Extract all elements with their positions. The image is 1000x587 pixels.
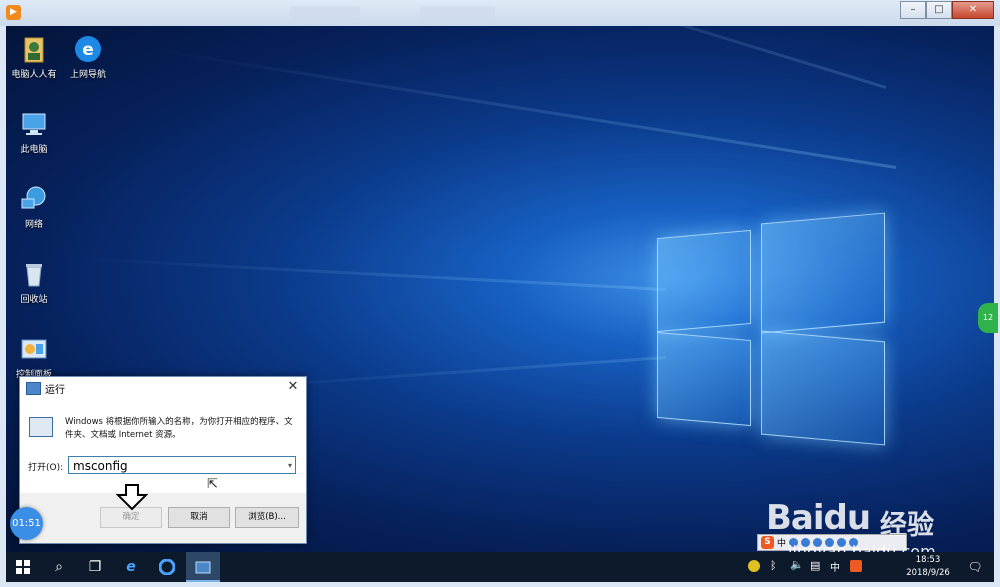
run-window-icon xyxy=(195,561,211,573)
sogou-icon: S xyxy=(761,536,774,549)
desktop-icon-control-panel[interactable]: 控制面板 xyxy=(6,334,64,380)
sogou-tray-icon[interactable] xyxy=(850,560,862,572)
close-button[interactable]: ✕ xyxy=(952,1,994,19)
recycle-bin-icon xyxy=(19,259,49,289)
recording-timer: 01:51 xyxy=(10,507,43,540)
task-view-icon[interactable]: ❐ xyxy=(78,552,112,582)
arrow-down-icon xyxy=(116,484,148,511)
logo-pane-bottom-right xyxy=(761,330,885,446)
open-label: 打开(O): xyxy=(28,463,64,473)
side-badge[interactable]: 12 xyxy=(978,303,998,333)
run-app-icon xyxy=(26,382,41,395)
run-command-value: msconfig xyxy=(73,459,128,473)
network-icon xyxy=(19,184,49,214)
outer-window-titlebar: ▶ – □ ✕ xyxy=(0,0,1000,27)
maximize-button[interactable]: □ xyxy=(926,1,952,19)
taskbar: ⌕ ❐ e ᛒ 🔈 ▤ 中 18:53 2018/9/26 🗨 xyxy=(6,552,994,582)
chevron-down-icon[interactable]: ▾ xyxy=(288,457,292,475)
desktop-icon-user[interactable]: 电脑人人有 xyxy=(6,34,64,80)
system-tray: ᛒ 🔈 ▤ 中 xyxy=(748,552,878,582)
browser-taskbar-icon[interactable] xyxy=(150,552,184,582)
window-controls: – □ ✕ xyxy=(900,1,994,19)
desktop-icon-label: 电脑人人有 xyxy=(11,70,57,80)
volume-icon[interactable]: 🔈 xyxy=(790,558,804,571)
desktop-icon-label: 上网导航 xyxy=(69,70,106,80)
run-dialog-title: 运行 xyxy=(45,385,65,396)
ime-icon[interactable]: 中 xyxy=(830,559,840,574)
desktop-icon-recycle[interactable]: 回收站 xyxy=(6,259,64,305)
network-tray-icon[interactable]: ▤ xyxy=(810,559,820,572)
light-beam xyxy=(145,47,897,169)
run-command-input[interactable]: msconfig ▾ xyxy=(68,456,296,474)
logo-pane-top-left xyxy=(657,229,751,333)
logo-pane-top-right xyxy=(761,212,885,334)
run-close-icon[interactable]: ✕ xyxy=(285,379,301,395)
control-panel-icon xyxy=(19,334,49,364)
light-beam xyxy=(66,256,667,291)
windows-start-icon xyxy=(16,560,30,574)
run-dialog: 运行 ✕ Windows 将根据你所输入的名称，为你打开相应的程序、文件夹、文档… xyxy=(19,376,307,544)
run-dialog-footer: 确定 取消 浏览(B)... xyxy=(20,493,306,543)
run-taskbar-icon[interactable] xyxy=(186,552,220,582)
desktop-icon-label: 此电脑 xyxy=(20,145,48,155)
desktop-icon-network[interactable]: 网络 xyxy=(6,184,64,230)
clock-time: 18:53 xyxy=(915,555,941,565)
browse-button[interactable]: 浏览(B)... xyxy=(235,507,299,528)
player-app-icon: ▶ xyxy=(6,5,21,20)
ie-icon: e xyxy=(73,34,103,64)
desktop-icon-label: 回收站 xyxy=(20,295,48,305)
desktop-icon-label: 网络 xyxy=(24,220,43,230)
windows-logo xyxy=(657,194,889,446)
run-description: Windows 将根据你所输入的名称，为你打开相应的程序、文件夹、文档或 Int… xyxy=(65,417,293,440)
mouse-cursor-icon: ⇱ xyxy=(207,477,218,492)
user-folder-icon xyxy=(19,34,49,64)
outer-tab-2[interactable] xyxy=(420,6,495,20)
run-program-icon xyxy=(29,417,53,437)
search-icon[interactable]: ⌕ xyxy=(42,552,76,582)
cancel-button[interactable]: 取消 xyxy=(168,507,230,528)
bluetooth-icon[interactable]: ᛒ xyxy=(770,559,777,572)
computer-icon xyxy=(19,109,49,139)
circle-browser-icon xyxy=(158,558,176,576)
run-dialog-titlebar[interactable]: 运行 ✕ xyxy=(20,377,306,399)
start-button[interactable] xyxy=(6,552,40,582)
minimize-button[interactable]: – xyxy=(900,1,926,19)
light-beam xyxy=(311,26,887,89)
ie-taskbar-icon[interactable]: e xyxy=(114,552,148,582)
desktop-icon-computer[interactable]: 此电脑 xyxy=(6,109,64,155)
shield-icon[interactable] xyxy=(748,560,760,572)
outer-tab-1[interactable] xyxy=(290,6,360,20)
baidu-watermark: Baidu xyxy=(766,498,871,538)
notification-icon[interactable]: 🗨 xyxy=(958,552,992,582)
clock-date: 2018/9/26 xyxy=(906,568,950,578)
frame-bottom xyxy=(0,582,1000,587)
ime-mode-text: 中 xyxy=(777,539,787,549)
desktop-icon-nav[interactable]: e 上网导航 xyxy=(58,34,118,80)
logo-pane-bottom-left xyxy=(657,331,751,427)
taskbar-clock[interactable]: 18:53 2018/9/26 xyxy=(898,554,958,580)
svg-text:e: e xyxy=(82,40,94,60)
